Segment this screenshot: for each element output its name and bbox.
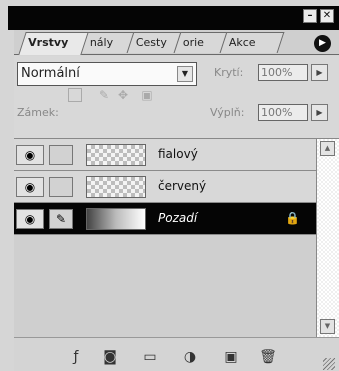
tab-layers[interactable]: Vrstvy: [18, 32, 89, 55]
scroll-up-icon[interactable]: ▲: [320, 141, 335, 156]
tab-paths[interactable]: Cesty: [126, 32, 182, 53]
fill-field[interactable]: 100%: [258, 104, 308, 121]
layer-thumbnail: [86, 208, 146, 230]
fill-arrow-icon[interactable]: ▶: [311, 104, 328, 121]
panel-titlebar[interactable]: [8, 6, 339, 30]
layer-name: Pozadí: [158, 211, 198, 225]
tab-actions[interactable]: Akce: [219, 32, 285, 53]
fill-label: Výplň:: [210, 106, 245, 119]
layer-name: červený: [158, 179, 207, 193]
blend-mode-select[interactable]: Normální ▼: [17, 62, 197, 86]
layer-thumbnail: [86, 144, 146, 166]
eye-icon[interactable]: ◉: [16, 145, 44, 165]
brush-icon[interactable]: ✎: [97, 88, 111, 102]
layer-thumbnail: [86, 176, 146, 198]
tab-row: Vrstvy nály Cesty orie Akce: [14, 30, 339, 55]
lock-label: Zámek:: [17, 106, 59, 119]
trash-icon[interactable]: 🗑: [258, 348, 278, 366]
transparency-lock-icon[interactable]: [68, 88, 82, 102]
layers-panel: – ✕ Vrstvy nály Cesty orie Akce ▶ Normál…: [0, 0, 339, 371]
blend-mode-value: Normální: [21, 66, 80, 81]
eye-icon[interactable]: ◉: [16, 177, 44, 197]
layer-row[interactable]: ◉ ✎ Pozadí 🔒: [14, 203, 316, 235]
layer-name: fialový: [158, 147, 198, 161]
lock-icon: 🔒: [285, 211, 300, 225]
eye-icon[interactable]: ◉: [16, 209, 44, 229]
opacity-label: Krytí:: [214, 66, 244, 79]
panel-menu-icon[interactable]: ▶: [314, 35, 331, 52]
layer-mask-icon[interactable]: ◙: [100, 348, 120, 366]
layers-scrollbar[interactable]: ▲ ▼: [316, 139, 339, 337]
new-layer-icon[interactable]: ▣: [221, 348, 241, 366]
opacity-arrow-icon[interactable]: ▶: [311, 64, 328, 81]
layer-style-icon[interactable]: ƒ: [66, 348, 86, 366]
resize-grip[interactable]: [323, 358, 335, 370]
lock-icon[interactable]: ▣: [140, 88, 154, 102]
move-icon[interactable]: ✥: [116, 88, 130, 102]
opacity-field[interactable]: 100%: [258, 64, 308, 81]
link-toggle[interactable]: [49, 145, 73, 165]
adjustment-layer-icon[interactable]: ◑: [180, 348, 200, 366]
close-button[interactable]: ✕: [320, 9, 334, 23]
minimize-button[interactable]: –: [303, 9, 317, 23]
layers-list: ◉ fialový ◉ červený ◉ ✎ Pozadí 🔒: [14, 139, 316, 337]
layers-toolbar: ƒ ◙ ▭ ◑ ▣ 🗑: [14, 337, 339, 371]
layer-row[interactable]: ◉ červený: [14, 171, 316, 203]
link-toggle[interactable]: [49, 177, 73, 197]
options-bar: Normální ▼ Krytí: 100% ▶ Zámek: Výplň: 1…: [14, 56, 339, 139]
chevron-down-icon[interactable]: ▼: [177, 66, 193, 82]
layer-row[interactable]: ◉ fialový: [14, 139, 316, 171]
brush-icon[interactable]: ✎: [49, 209, 73, 229]
scroll-down-icon[interactable]: ▼: [320, 319, 335, 334]
new-set-icon[interactable]: ▭: [140, 348, 160, 366]
